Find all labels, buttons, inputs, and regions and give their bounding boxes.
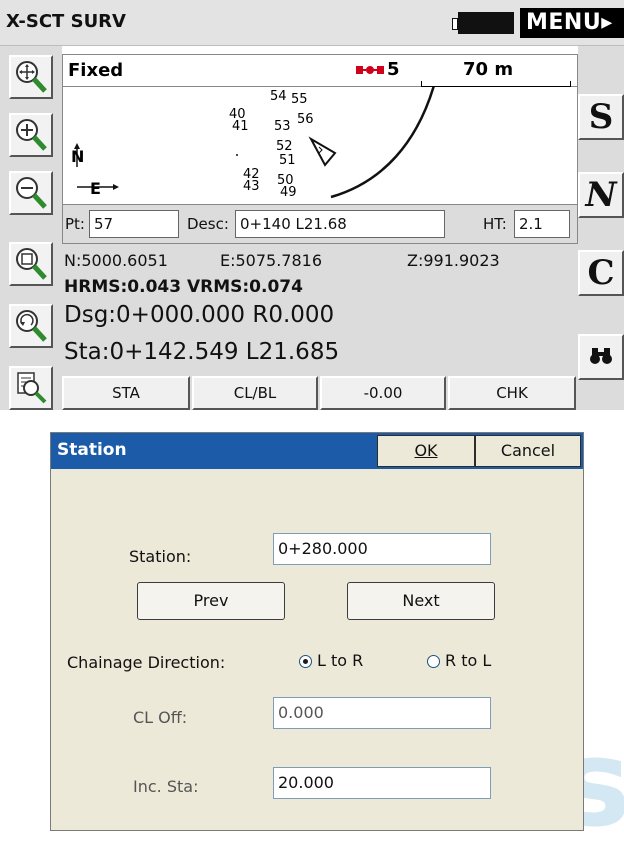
point-label: 53: [274, 119, 291, 134]
station-label: Station:: [129, 547, 192, 566]
cl-off-field[interactable]: 0.000: [273, 697, 491, 729]
next-button[interactable]: Next: [347, 582, 495, 620]
menu-arrow-icon: ▸: [601, 10, 613, 35]
zoom-previous-icon: [16, 310, 47, 342]
l-to-r-radio[interactable]: [299, 655, 312, 668]
status-row: Fixed 5 70 m: [62, 54, 578, 87]
satellite-count: 5: [387, 59, 400, 80]
zoom-previous-button[interactable]: [9, 304, 53, 348]
cl-bl-button[interactable]: CL/BL: [192, 376, 318, 410]
east-label: E: [90, 179, 101, 198]
zoom-out-icon: [16, 177, 47, 209]
battery-icon: [452, 12, 514, 34]
chainage-direction-label: Chainage Direction:: [67, 653, 226, 672]
zoom-in-button[interactable]: [9, 113, 53, 157]
binoculars-button[interactable]: [578, 334, 624, 380]
sta-button[interactable]: STA: [62, 376, 190, 410]
zoom-extents-icon: [16, 61, 47, 93]
zoom-extents-button[interactable]: [9, 55, 53, 99]
point-label: 49: [280, 185, 297, 200]
binoculars-icon: [590, 348, 612, 364]
alignment-curve: [330, 87, 435, 199]
left-toolbar: [0, 46, 62, 410]
offset-button[interactable]: -0.00: [320, 376, 446, 410]
point-label: 51: [279, 153, 296, 168]
menu-label: MENU: [526, 10, 602, 35]
cl-off-label: CL Off:: [133, 708, 188, 727]
point-label: 55: [291, 92, 308, 107]
cancel-label: Cancel: [500, 441, 556, 460]
dialog-title: Station: [57, 440, 127, 460]
ok-button[interactable]: OK: [377, 435, 475, 467]
zoom-list-button[interactable]: [9, 366, 53, 410]
inc-sta-label: Inc. Sta:: [133, 777, 199, 796]
desc-field[interactable]: 0+140 L21.68: [235, 210, 445, 238]
menu-button[interactable]: MENU▸: [520, 8, 624, 38]
bottom-button-row: STA CL/BL -0.00 CHK: [62, 376, 578, 410]
pt-field[interactable]: 57: [89, 210, 179, 238]
ok-label: OK: [414, 441, 438, 460]
point-label: 56: [297, 112, 314, 127]
s-button[interactable]: S: [578, 94, 624, 140]
coordinates-panel: N:5000.6051 E:5075.7816 Z:991.9023 HRMS:…: [62, 244, 578, 376]
design-station-value: Dsg:0+000.000 R0.000: [64, 302, 335, 328]
easting-value: E:5075.7816: [220, 251, 323, 270]
c-button[interactable]: C: [578, 250, 624, 296]
zoom-in-icon: [16, 119, 47, 151]
pt-label: Pt:: [65, 215, 85, 233]
n-button[interactable]: N: [578, 172, 624, 218]
point-label: 52: [276, 139, 293, 154]
satellite-icon: [356, 66, 384, 74]
map-canvas: [74, 87, 435, 199]
scale-label: 70 m: [463, 59, 514, 80]
zoom-window-button[interactable]: [9, 242, 53, 286]
r-to-l-radio[interactable]: [427, 655, 440, 668]
north-label: N: [71, 147, 85, 166]
inc-sta-field[interactable]: 20.000: [273, 767, 491, 799]
prev-button[interactable]: Prev: [137, 582, 285, 620]
desc-label: Desc:: [187, 215, 229, 233]
station-dialog: Station OK Cancel Station: 0+280.000 Pre…: [50, 432, 584, 831]
point-label: 43: [243, 179, 260, 194]
zoom-window-icon: [16, 248, 47, 280]
zoom-list-icon: [17, 372, 47, 404]
app-title: X-SCT SURV: [6, 11, 126, 32]
map-view[interactable]: N E 54 55 40 41 53 56 52 51 42 43 50 49: [62, 87, 578, 205]
current-station-value: Sta:0+142.549 L21.685: [64, 339, 340, 365]
cancel-button[interactable]: Cancel: [475, 435, 581, 467]
right-toolbar: S N C: [578, 46, 624, 410]
point-label: 54: [270, 89, 287, 104]
northing-value: N:5000.6051: [64, 251, 168, 270]
zoom-out-button[interactable]: [9, 171, 53, 215]
r-to-l-label: R to L: [445, 651, 492, 670]
point-input-row: Pt: 57 Desc: 0+140 L21.68 HT: 2.1: [62, 204, 578, 244]
station-field[interactable]: 0+280.000: [273, 533, 491, 565]
elevation-value: Z:991.9023: [407, 251, 500, 270]
point-label: 41: [232, 119, 249, 134]
l-to-r-label: L to R: [317, 651, 364, 670]
rover-marker-icon: [308, 136, 337, 167]
fix-status: Fixed: [68, 60, 124, 81]
ht-label: HT:: [483, 215, 507, 233]
rms-value: HRMS:0.043 VRMS:0.074: [64, 277, 303, 297]
ht-field[interactable]: 2.1: [514, 210, 570, 238]
chk-button[interactable]: CHK: [448, 376, 576, 410]
